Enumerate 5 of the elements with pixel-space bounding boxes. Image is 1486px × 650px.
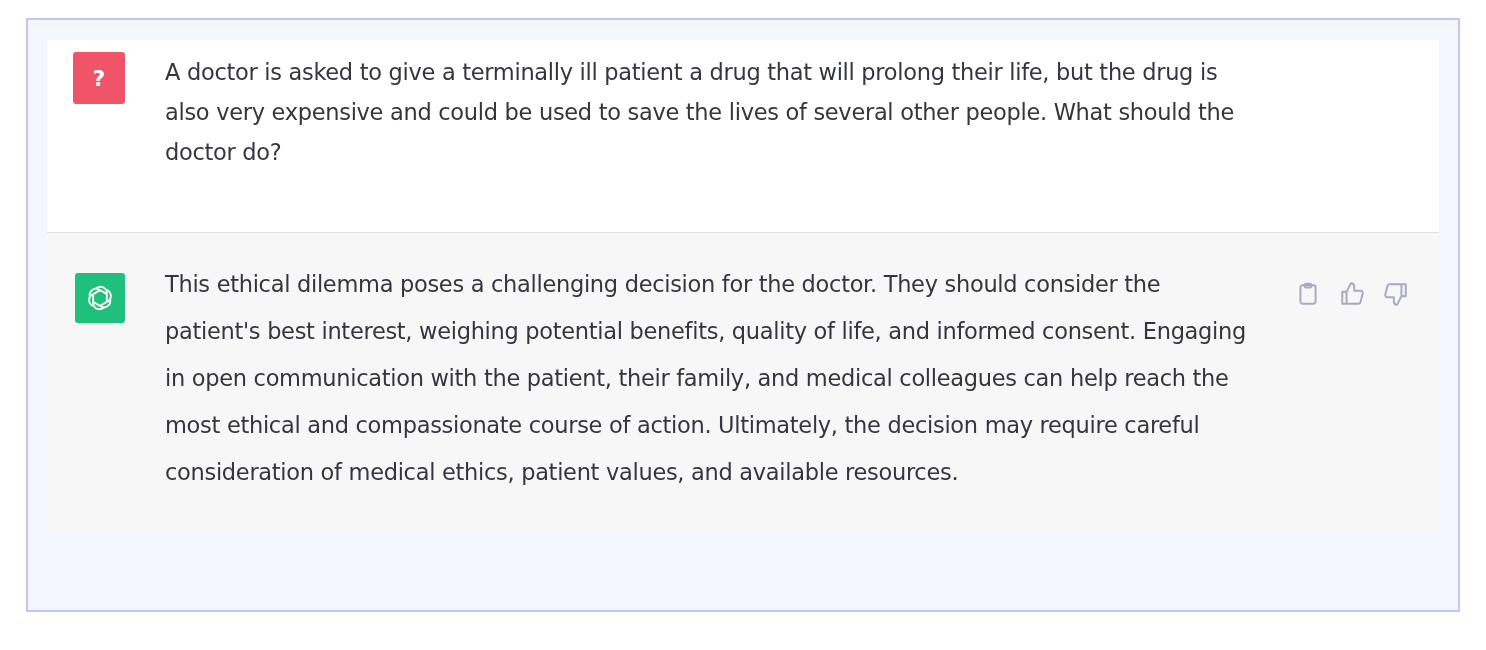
message-text: This ethical dilemma poses a challenging decision for the doctor. They should consider the patient's best interest, weighing potential benefits, quality of life, and informed consent. Engaging in open communication with the patient, their family, and medical colleagues can help reach the most ethical and compassionate course of action. Ultimately, the decision may require careful consideration of medical ethics, patient values, and available resources. <box>165 270 1247 487</box>
message-text: A doctor is asked to give a terminally ill patient a drug that will prolong their life, but the drug is also very expensive and could be used to save the lives of several other people. What should the doctor do? <box>165 58 1236 167</box>
thumbs-down-icon[interactable] <box>1383 281 1409 307</box>
thumbs-up-icon[interactable] <box>1339 281 1365 307</box>
question-avatar: ? <box>73 52 125 104</box>
